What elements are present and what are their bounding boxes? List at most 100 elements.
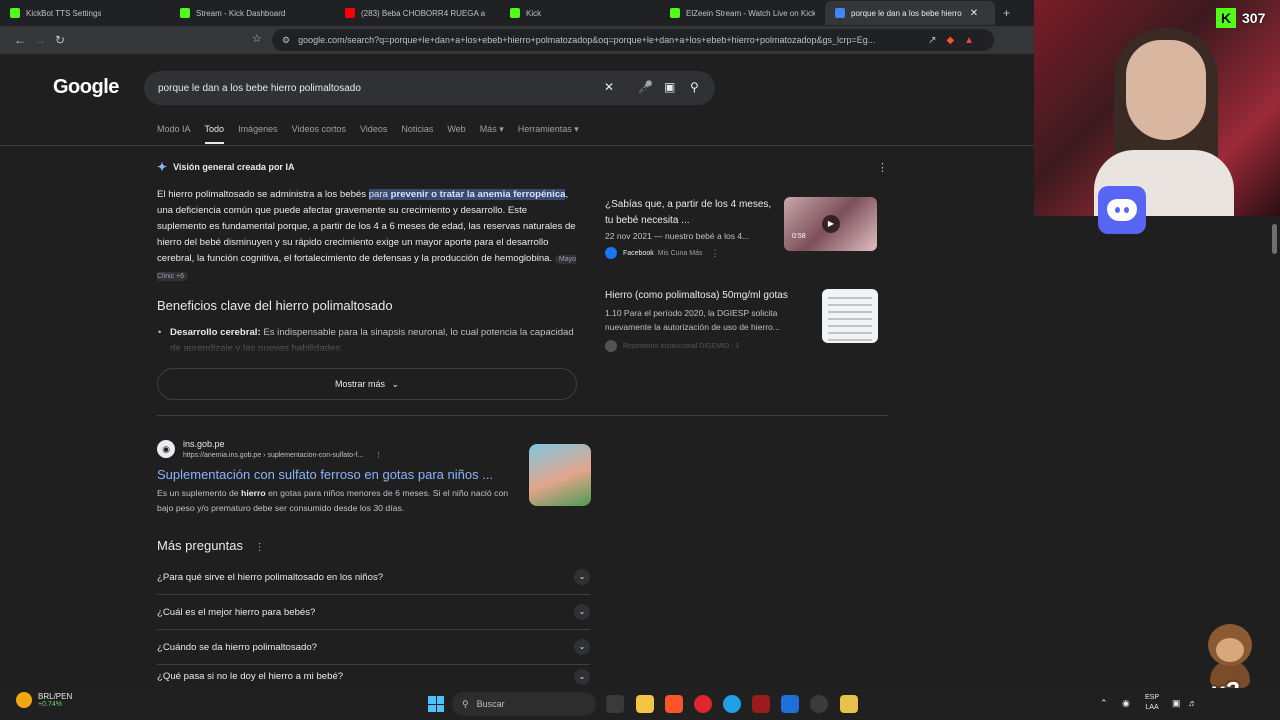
card-title[interactable]: Hierro (como polimaltosa) 50mg/ml gotas (605, 288, 805, 304)
browser-tabbar: KickBot TTS Settings Stream - Kick Dashbo… (0, 0, 1034, 26)
card-title[interactable]: ¿Sabías que, a partir de los 4 meses, tu… (605, 197, 775, 229)
paa-question-text: ¿Qué pasa si no le doy el hierro a mi be… (157, 671, 344, 682)
discord-icon (1098, 186, 1146, 234)
widgets-button[interactable]: BRL/PEN +0.74% (16, 692, 72, 708)
search-tab[interactable]: Noticias (401, 124, 433, 144)
chevron-down-icon: ⌄ (391, 379, 400, 389)
tab-favicon-icon (345, 8, 355, 18)
search-query[interactable]: porque le dan a los bebe hierro polimalt… (158, 83, 361, 94)
paa-menu-icon[interactable]: ⋮ (255, 542, 265, 553)
ai-text-start: El hierro polimaltosado se administra a … (157, 189, 369, 200)
browser-tab[interactable]: Kick (500, 1, 660, 25)
result-menu-icon[interactable]: ⋮ (375, 452, 382, 459)
network-icon[interactable]: ▣ (1172, 698, 1181, 709)
side-card-doc[interactable]: Hierro (como polimaltosa) 50mg/ml gotas … (605, 288, 805, 352)
search-tab[interactable]: Modo IA (157, 124, 191, 144)
url-field[interactable]: ⚙ google.com/search?q=porque+le+dan+a+lo… (272, 29, 994, 51)
bookmark-icon[interactable]: ☆ (252, 32, 262, 45)
browser-tab[interactable]: porque le dan a los bebe hierro ✕ (825, 1, 995, 25)
scrollbar-thumb[interactable] (1272, 224, 1277, 254)
back-icon[interactable]: ← (10, 33, 30, 47)
app-icon[interactable] (752, 695, 770, 713)
result-site-name: ins.gob.pe (183, 439, 225, 449)
opera-icon[interactable] (694, 695, 712, 713)
chevron-down-icon[interactable]: ⌄ (574, 639, 590, 655)
paa-question[interactable]: ¿Cuál es el mejor hierro para bebés? ⌄ (157, 595, 590, 630)
card-source-name: Facebook (623, 249, 654, 257)
search-tab[interactable]: Web (447, 124, 465, 144)
address-bar: ← → ↻ ☆ ⚙ google.com/search?q=porque+le+… (0, 26, 1034, 54)
share-icon[interactable]: ↗ (928, 35, 936, 46)
edge-icon[interactable] (723, 695, 741, 713)
search-tab[interactable]: Todo (204, 124, 225, 144)
video-thumbnail[interactable]: 0:58 ▶ (784, 197, 877, 251)
obs-icon[interactable] (810, 695, 828, 713)
card-menu-icon[interactable]: ⋮ (710, 248, 719, 259)
volume-icon[interactable]: ♬ (1188, 698, 1197, 708)
reload-icon[interactable]: ↻ (50, 33, 70, 47)
clear-icon[interactable]: ✕ (604, 80, 614, 94)
microphone-icon[interactable]: ◉ (1122, 698, 1130, 709)
search-tab[interactable]: Herramientas ▾ (518, 124, 579, 144)
chevron-up-icon[interactable]: ⌃ (1100, 698, 1108, 709)
ai-overview-menu-icon[interactable]: ⋮ (877, 161, 888, 174)
microphone-icon[interactable]: 🎤 (638, 80, 653, 94)
snippet-bold: hierro (241, 488, 266, 498)
search-tab[interactable]: Videos cortos (292, 124, 346, 144)
task-view-icon[interactable] (606, 695, 624, 713)
search-tab[interactable]: Más ▾ (480, 124, 504, 144)
chevron-down-icon[interactable]: ⌄ (574, 569, 590, 585)
chevron-down-icon[interactable]: ⌄ (574, 604, 590, 620)
ai-overview-text: El hierro polimaltosado se administra a … (157, 187, 579, 285)
card-source-sub: Mis Cuna Más (657, 249, 703, 257)
lens-icon[interactable]: ▣ (664, 80, 675, 94)
viewer-count: 307 (1242, 10, 1266, 26)
paa-question[interactable]: ¿Qué pasa si no le doy el hierro a mi be… (157, 665, 590, 689)
result-thumbnail[interactable] (529, 444, 591, 506)
sparkle-icon: ✦ (157, 160, 168, 174)
paa-heading: Más preguntas ⋮ (157, 538, 265, 553)
search-tab[interactable]: Videos (360, 124, 387, 144)
show-more-button[interactable]: Mostrar más ⌄ (157, 368, 577, 400)
lang-top: ESP (1145, 694, 1160, 701)
taskbar-search[interactable]: ⚲ Buscar (452, 692, 596, 716)
ai-highlight-b: prevenir o tratar la anemia ferropénica (390, 189, 566, 200)
document-thumbnail[interactable] (822, 289, 878, 343)
windows-start-icon[interactable] (428, 696, 444, 712)
tab-close-icon[interactable]: ✕ (970, 8, 978, 19)
google-logo[interactable]: Google (53, 76, 119, 99)
store-icon[interactable] (781, 695, 799, 713)
rewards-icon[interactable]: ▲ (964, 35, 974, 46)
url-text: google.com/search?q=porque+le+dan+a+los+… (298, 35, 876, 45)
play-icon[interactable]: ▶ (822, 215, 840, 233)
search-tab[interactable]: Imágenes (238, 124, 278, 144)
file-explorer-icon[interactable] (636, 695, 654, 713)
new-tab-button[interactable]: + (995, 6, 1018, 20)
app-icon-2[interactable] (840, 695, 858, 713)
tabs-divider (0, 145, 1034, 146)
browser-tab[interactable]: ElZeein Stream - Watch Live on Kick (660, 1, 825, 25)
search-icon[interactable]: ⚲ (690, 80, 699, 94)
browser-tab[interactable]: KickBot TTS Settings (0, 1, 170, 25)
card-source-name: Repositorio Institucional DIGEMID - 1 (623, 342, 740, 350)
paa-question[interactable]: ¿Cuándo se da hierro polimaltosado? ⌄ (157, 630, 590, 665)
show-more-label: Mostrar más (334, 379, 385, 389)
search-box[interactable]: porque le dan a los bebe hierro polimalt… (144, 71, 715, 105)
browser-tab[interactable]: Stream - Kick Dashboard (170, 1, 335, 25)
paa-question-text: ¿Cuál es el mejor hierro para bebés? (157, 606, 316, 618)
taskbar: BRL/PEN +0.74% ⚲ Buscar ⌃ ◉ ESP LAA ▣ ♬ (0, 688, 1280, 720)
ticker-label: BRL/PEN (38, 692, 73, 701)
paa-question[interactable]: ¿Para qué sirve el hierro polimaltosado … (157, 560, 590, 595)
browser-tab[interactable]: (283) Beba CHOBORR4 RUEGA a (335, 1, 500, 25)
brave-shield-icon[interactable]: ◆ (946, 35, 954, 46)
card-meta: 1.10 Para el período 2020, la DGIESP sol… (605, 308, 780, 332)
language-indicator[interactable]: ESP LAA (1145, 693, 1159, 713)
side-card-video[interactable]: ¿Sabías que, a partir de los 4 meses, tu… (605, 197, 775, 259)
forward-icon[interactable]: → (30, 33, 50, 47)
brave-browser-icon[interactable] (665, 695, 683, 713)
webcam-overlay (1034, 0, 1280, 216)
chevron-down-icon[interactable]: ⌄ (574, 668, 590, 685)
ai-overview-header: ✦ Visión general creada por IA (157, 160, 294, 174)
site-info-icon[interactable]: ⚙ (282, 35, 290, 46)
tab-favicon-icon (835, 8, 845, 18)
